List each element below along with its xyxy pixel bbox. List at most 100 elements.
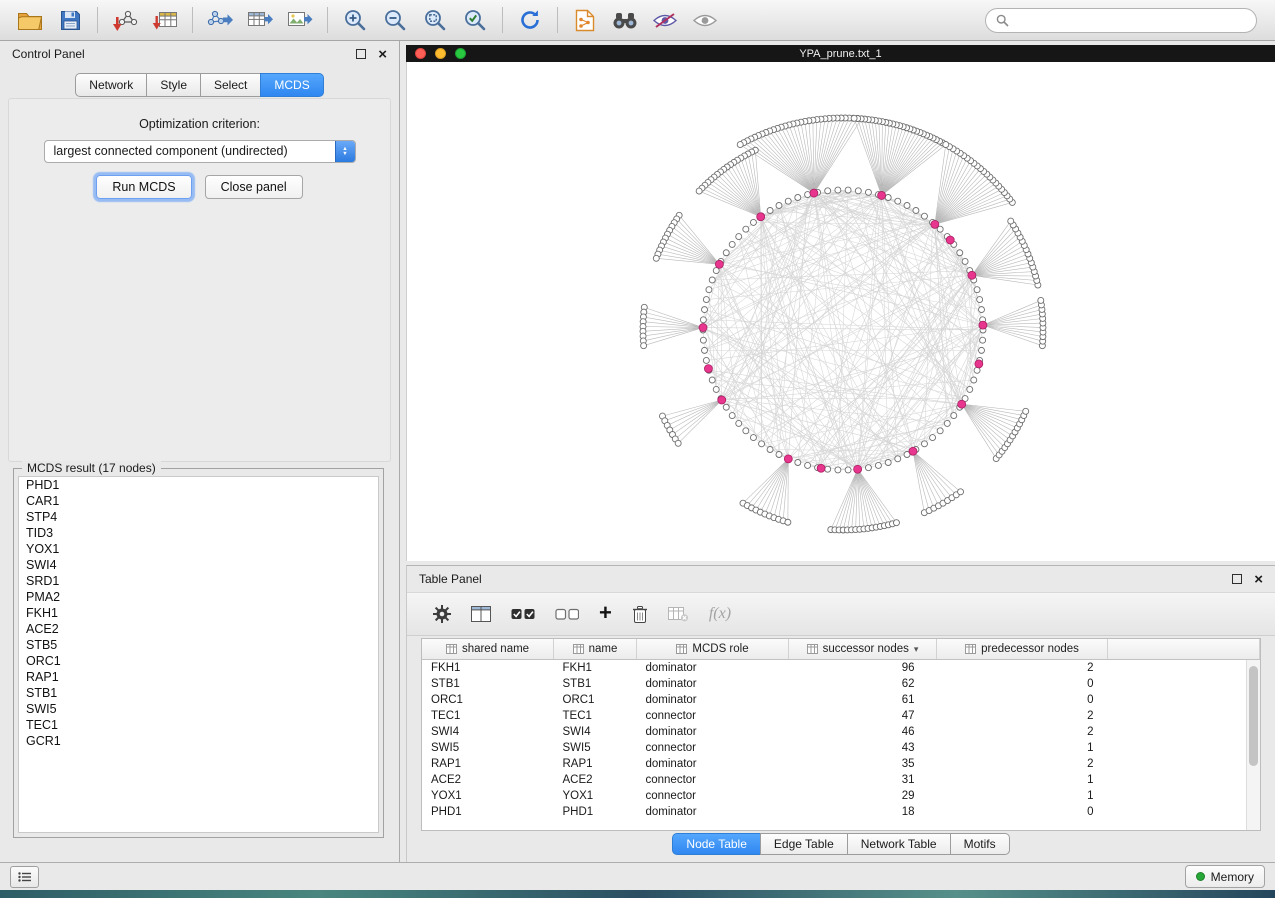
table-cell[interactable]: 1 [937, 772, 1108, 788]
table-row[interactable]: ORC1ORC1dominator610 [422, 692, 1260, 708]
column-header-mcds-role[interactable]: MCDS role [637, 639, 789, 660]
mcds-result-item[interactable]: TEC1 [19, 717, 378, 733]
table-cell[interactable]: SWI5 [422, 740, 554, 756]
table-cell[interactable]: dominator [637, 804, 789, 820]
table-cell[interactable]: TEC1 [422, 708, 554, 724]
mcds-result-item[interactable]: ORC1 [19, 653, 378, 669]
zoom-out-button[interactable] [375, 4, 415, 36]
table-cell[interactable]: 35 [789, 756, 937, 772]
open-file-button[interactable] [10, 4, 50, 36]
table-cell[interactable]: connector [637, 772, 789, 788]
delete-table-button[interactable] [668, 607, 689, 622]
export-network-button[interactable] [200, 4, 240, 36]
table-cell[interactable]: 18 [789, 804, 937, 820]
column-header-name[interactable]: name [554, 639, 637, 660]
zoom-in-button[interactable] [335, 4, 375, 36]
column-header-predecessor-nodes[interactable]: predecessor nodes [937, 639, 1108, 660]
panel-toggle-button[interactable] [10, 866, 39, 888]
function-builder-button[interactable]: f(x) [709, 605, 731, 623]
mcds-result-item[interactable]: PHD1 [19, 477, 378, 493]
search-box[interactable] [985, 8, 1257, 33]
table-cell[interactable]: SWI5 [554, 740, 637, 756]
table-cell[interactable]: dominator [637, 692, 789, 708]
table-cell[interactable]: ACE2 [422, 772, 554, 788]
tab-style[interactable]: Style [146, 73, 200, 97]
table-cell[interactable]: 47 [789, 708, 937, 724]
table-cell[interactable]: 46 [789, 724, 937, 740]
table-row[interactable]: YOX1YOX1connector291 [422, 788, 1260, 804]
table-cell[interactable]: TEC1 [554, 708, 637, 724]
mcds-result-item[interactable]: GCR1 [19, 733, 378, 749]
table-cell[interactable]: PHD1 [554, 804, 637, 820]
table-cell[interactable]: 0 [937, 804, 1108, 820]
table-scrollbar[interactable] [1246, 660, 1260, 830]
hide-selected-button[interactable] [645, 4, 685, 36]
close-panel-icon[interactable]: × [378, 47, 387, 62]
table-row[interactable]: SWI4SWI4dominator462 [422, 724, 1260, 740]
table-cell[interactable]: 2 [937, 660, 1108, 677]
mcds-result-item[interactable]: STB5 [19, 637, 378, 653]
table-cell[interactable]: dominator [637, 756, 789, 772]
import-network-button[interactable] [105, 4, 145, 36]
column-header-shared-name[interactable]: shared name [422, 639, 554, 660]
tab-network-table[interactable]: Network Table [847, 833, 950, 855]
search-input[interactable] [1015, 12, 1246, 28]
close-table-panel-icon[interactable]: × [1254, 572, 1263, 587]
network-window-titlebar[interactable]: YPA_prune.txt_1 [406, 45, 1275, 62]
refresh-button[interactable] [510, 4, 550, 36]
table-cell[interactable]: 2 [937, 724, 1108, 740]
delete-column-button[interactable] [632, 605, 648, 624]
mcds-result-item[interactable]: SWI5 [19, 701, 378, 717]
sort-descending-icon[interactable]: ▾ [914, 644, 919, 655]
table-settings-button[interactable] [433, 605, 451, 623]
mcds-result-item[interactable]: SWI4 [19, 557, 378, 573]
mcds-result-item[interactable]: STB1 [19, 685, 378, 701]
share-network-button[interactable] [565, 4, 605, 36]
table-cell[interactable]: 0 [937, 676, 1108, 692]
mcds-result-item[interactable]: PMA2 [19, 589, 378, 605]
zoom-selected-button[interactable] [455, 4, 495, 36]
mcds-result-item[interactable]: TID3 [19, 525, 378, 541]
table-cell[interactable]: dominator [637, 676, 789, 692]
table-cell[interactable]: 2 [937, 756, 1108, 772]
table-cell[interactable]: ORC1 [554, 692, 637, 708]
tab-select[interactable]: Select [200, 73, 260, 97]
show-all-button[interactable] [685, 4, 725, 36]
table-cell[interactable]: connector [637, 740, 789, 756]
scrollbar-thumb[interactable] [1249, 666, 1258, 766]
table-cell[interactable]: STB1 [422, 676, 554, 692]
select-all-button[interactable] [511, 607, 535, 621]
mcds-result-item[interactable]: FKH1 [19, 605, 378, 621]
run-mcds-button[interactable]: Run MCDS [96, 175, 191, 199]
table-cell[interactable]: 0 [937, 692, 1108, 708]
close-mcds-panel-button[interactable]: Close panel [205, 175, 303, 199]
table-cell[interactable]: dominator [637, 660, 789, 677]
tab-mcds[interactable]: MCDS [260, 73, 323, 97]
deselect-all-button[interactable] [555, 607, 579, 621]
table-cell[interactable]: RAP1 [554, 756, 637, 772]
show-columns-button[interactable] [471, 606, 491, 622]
mcds-result-item[interactable]: YOX1 [19, 541, 378, 557]
table-cell[interactable]: FKH1 [554, 660, 637, 677]
table-cell[interactable]: YOX1 [422, 788, 554, 804]
table-cell[interactable]: YOX1 [554, 788, 637, 804]
tab-edge-table[interactable]: Edge Table [760, 833, 847, 855]
mcds-result-item[interactable]: ACE2 [19, 621, 378, 637]
export-image-button[interactable] [280, 4, 320, 36]
tab-network[interactable]: Network [75, 73, 146, 97]
table-cell[interactable]: FKH1 [422, 660, 554, 677]
table-cell[interactable]: STB1 [554, 676, 637, 692]
mcds-result-item[interactable]: RAP1 [19, 669, 378, 685]
table-cell[interactable]: dominator [637, 724, 789, 740]
table-row[interactable]: PHD1PHD1dominator180 [422, 804, 1260, 820]
add-column-button[interactable]: + [599, 602, 612, 624]
table-row[interactable]: ACE2ACE2connector311 [422, 772, 1260, 788]
table-row[interactable]: FKH1FKH1dominator962 [422, 660, 1260, 677]
table-row[interactable]: RAP1RAP1dominator352 [422, 756, 1260, 772]
table-cell[interactable]: SWI4 [422, 724, 554, 740]
network-canvas[interactable] [406, 62, 1275, 561]
table-cell[interactable]: ACE2 [554, 772, 637, 788]
table-row[interactable]: STB1STB1dominator620 [422, 676, 1260, 692]
table-cell[interactable]: 31 [789, 772, 937, 788]
tab-node-table[interactable]: Node Table [672, 833, 760, 855]
